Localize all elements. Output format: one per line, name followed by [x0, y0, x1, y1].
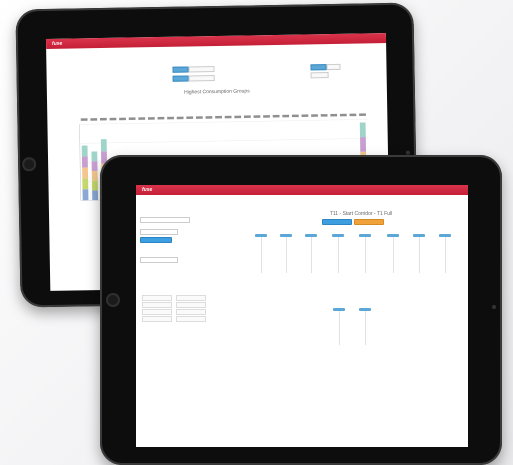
node-connector [310, 237, 312, 273]
chart-bar[interactable] [359, 122, 366, 138]
bar-data-label [253, 115, 261, 118]
tree-title: T11 - Start Corridor - T1 Full [329, 211, 393, 217]
bar-data-label [234, 115, 242, 119]
option-cell[interactable] [142, 295, 172, 301]
bar-data-label [320, 114, 328, 117]
bar-data-label [243, 115, 251, 119]
range-select[interactable] [310, 72, 329, 79]
tree-node[interactable] [279, 233, 293, 273]
tree-node[interactable] [304, 233, 318, 273]
tree-node[interactable] [358, 233, 372, 273]
filter-select[interactable] [172, 75, 189, 82]
bar-data-label [128, 117, 136, 121]
header-bar: fuse [136, 185, 468, 195]
chart-bar[interactable] [360, 137, 367, 152]
bar-data-label [195, 116, 203, 119]
front-screen: fuse T11 - Start Corridor - T1 Full [136, 185, 468, 447]
tree-node[interactable] [386, 233, 400, 273]
node-connector [364, 237, 366, 273]
bar-data-label [330, 113, 338, 117]
primary-tab-button[interactable] [322, 219, 352, 225]
select-field[interactable] [140, 217, 190, 223]
bar-data-label [263, 115, 270, 118]
chart-bar[interactable] [91, 161, 98, 172]
bar-data-label [167, 116, 174, 120]
secondary-tab-button[interactable] [354, 219, 384, 225]
select-field[interactable] [140, 257, 178, 263]
bar-data-label [205, 116, 213, 119]
bar-data-label [147, 117, 155, 120]
bar-data-label [339, 113, 347, 117]
brand-logo: fuse [51, 40, 63, 47]
chart-bar[interactable] [91, 170, 98, 181]
node-connector [364, 311, 366, 345]
bar-data-label [80, 118, 88, 121]
bar-data-label [99, 117, 107, 121]
apply-button[interactable] [140, 237, 172, 243]
chart-bar[interactable] [82, 167, 89, 179]
filter-select[interactable] [188, 66, 215, 73]
grid-line [79, 138, 368, 144]
filter-select[interactable] [188, 75, 215, 82]
bar-data-label [138, 117, 146, 120]
select-field[interactable] [140, 229, 178, 235]
bar-data-label [109, 117, 117, 121]
filter-select[interactable] [172, 66, 189, 73]
range-select[interactable] [310, 64, 327, 71]
node-connector [285, 237, 287, 273]
node-connector [444, 237, 446, 273]
bar-data-label [90, 118, 98, 121]
tree-node[interactable] [254, 233, 268, 273]
bar-data-label [301, 114, 309, 118]
node-connector [260, 237, 262, 273]
chart-bar[interactable] [82, 178, 89, 190]
tree-node[interactable] [331, 233, 345, 273]
option-cell[interactable] [142, 309, 172, 315]
home-button-icon [106, 293, 120, 307]
node-connector [338, 311, 340, 345]
camera-icon [492, 305, 496, 309]
tree-node[interactable] [412, 233, 426, 273]
front-tablet: fuse T11 - Start Corridor - T1 Full [100, 155, 502, 465]
tree-node[interactable] [332, 307, 346, 345]
chart-bar[interactable] [91, 180, 98, 191]
option-cell[interactable] [142, 302, 172, 308]
option-cell[interactable] [176, 302, 206, 308]
chart-title: Highest Consumption Groups [184, 88, 250, 96]
bar-data-label [224, 115, 232, 119]
node-connector [418, 237, 420, 273]
bar-data-label [282, 114, 290, 118]
node-connector [392, 237, 394, 273]
bar-data-label [311, 114, 318, 117]
header-bar: fuse [45, 33, 387, 49]
chart-bar[interactable] [81, 156, 88, 168]
chart-bar[interactable] [82, 189, 89, 201]
bar-data-label [359, 113, 366, 117]
bar-data-label [119, 117, 126, 121]
bar-data-label [272, 114, 280, 118]
bar-data-label [176, 116, 184, 120]
tree-node[interactable] [438, 233, 452, 273]
chart-bar[interactable] [91, 151, 98, 162]
chart-bar[interactable] [100, 139, 107, 152]
range-select[interactable] [326, 63, 341, 71]
home-button-icon [22, 157, 37, 172]
node-connector [337, 237, 339, 273]
bar-data-label [291, 114, 299, 118]
bar-data-label [349, 113, 357, 117]
tree-node[interactable] [358, 307, 372, 345]
option-cell[interactable] [142, 316, 172, 322]
option-cell[interactable] [176, 295, 206, 301]
brand-logo: fuse [142, 187, 153, 193]
bar-data-label [215, 115, 222, 119]
chart-bar[interactable] [81, 145, 88, 157]
bar-data-label [157, 116, 165, 120]
chart-bar[interactable] [92, 190, 99, 201]
bar-data-label [186, 116, 194, 120]
option-cell[interactable] [176, 309, 206, 315]
option-cell[interactable] [176, 316, 206, 322]
